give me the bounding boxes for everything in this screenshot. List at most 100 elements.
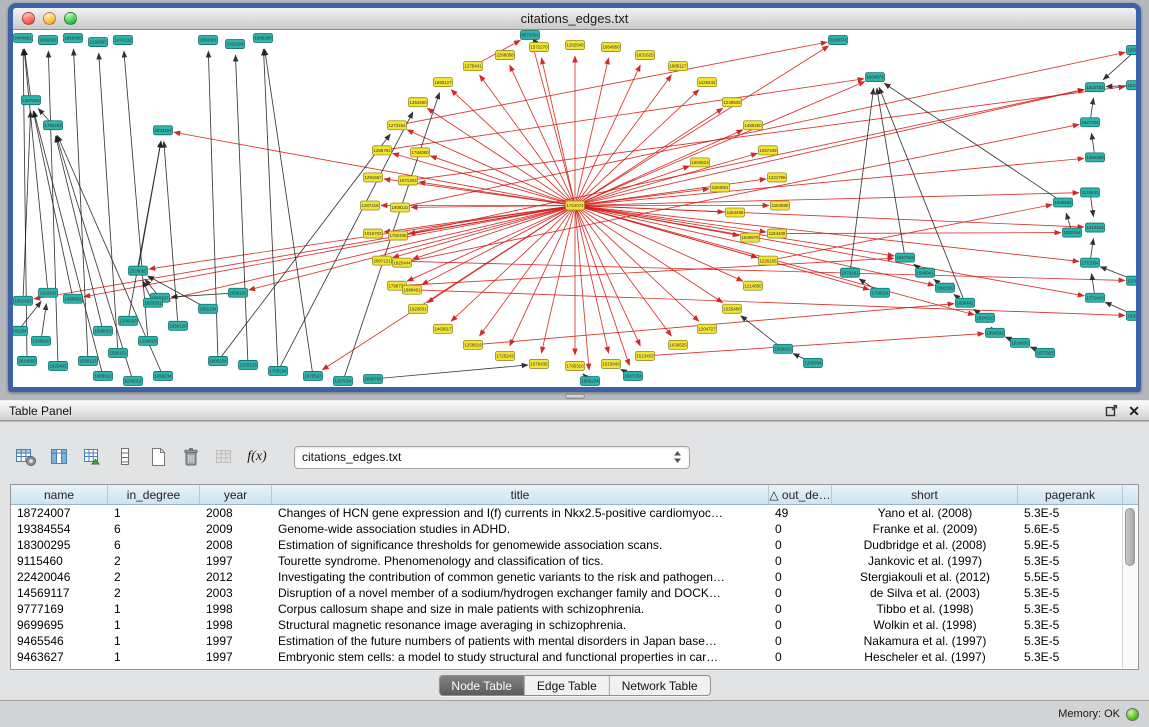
network-node[interactable]: 1256619: [464, 340, 483, 349]
table-row[interactable]: 1830029562008Estimation of significance …: [11, 537, 1138, 553]
network-node[interactable]: 1275441: [464, 62, 483, 71]
network-node[interactable]: 1705234: [269, 366, 288, 375]
table-cell[interactable]: Wolkin et al. (1998): [832, 617, 1018, 633]
tab-network-table[interactable]: Network Table: [609, 676, 710, 695]
close-panel-icon[interactable]: ✕: [1128, 404, 1140, 418]
network-node[interactable]: 2014950: [18, 356, 37, 365]
table-cell[interactable]: 6: [108, 521, 200, 537]
table-cell[interactable]: Estimation of the future numbers of pati…: [272, 633, 769, 649]
table-cell[interactable]: 1: [108, 505, 200, 521]
table-cell[interactable]: 0: [769, 569, 832, 585]
network-node[interactable]: 1454290: [1086, 153, 1105, 162]
table-cell[interactable]: 0: [769, 585, 832, 601]
function-builder-icon[interactable]: f(x): [245, 445, 269, 469]
delete-icon[interactable]: [179, 445, 203, 469]
table-cell[interactable]: Hescheler et al. (1997): [832, 649, 1018, 665]
network-node[interactable]: 1687234: [624, 371, 643, 380]
table-cell[interactable]: 2: [108, 553, 200, 569]
network-node[interactable]: 1291657: [364, 173, 383, 182]
table-cell[interactable]: Estimation of significance thresholds fo…: [272, 537, 769, 553]
network-node[interactable]: 1991509: [936, 283, 955, 292]
network-node[interactable]: 2067131: [373, 256, 392, 265]
network-node[interactable]: 8183074: [829, 36, 848, 45]
table-cell[interactable]: 2009: [200, 521, 272, 537]
network-node[interactable]: 1986127: [669, 62, 688, 71]
table-cell[interactable]: Changes of HCN gene expression and I(f) …: [272, 505, 769, 521]
table-source-combobox[interactable]: citations_edges.txt: [294, 446, 690, 469]
network-node[interactable]: 2301234: [199, 304, 218, 313]
network-node[interactable]: 1154469: [726, 208, 745, 217]
column-header-7[interactable]: pagerank: [1018, 485, 1123, 504]
network-node[interactable]: 1041234: [13, 326, 28, 335]
minimize-button[interactable]: [43, 12, 56, 25]
network-node[interactable]: 1234015: [139, 336, 158, 345]
network-node[interactable]: 1687023: [22, 96, 41, 105]
network-node[interactable]: 1513453: [636, 351, 655, 360]
close-button[interactable]: [22, 12, 35, 25]
network-node[interactable]: 1221798: [768, 173, 787, 182]
zoom-button[interactable]: [64, 12, 77, 25]
network-node[interactable]: 2528065: [129, 266, 148, 275]
network-node[interactable]: 1769324: [871, 288, 890, 297]
table-row[interactable]: 946554611997Estimation of the future num…: [11, 633, 1138, 649]
network-node[interactable]: 1623412: [1127, 81, 1137, 90]
network-node[interactable]: 1879181: [841, 268, 860, 277]
table-cell[interactable]: 9115460: [11, 553, 108, 569]
table-cell[interactable]: 9699695: [11, 617, 108, 633]
table-cell[interactable]: 1998: [200, 601, 272, 617]
network-node[interactable]: 2191624: [226, 40, 245, 49]
network-node[interactable]: 1724074: [566, 201, 585, 210]
network-node[interactable]: 1257034: [334, 376, 353, 385]
network-node[interactable]: 1623631: [409, 304, 428, 313]
network-node[interactable]: 1792435: [389, 231, 408, 240]
network-node[interactable]: 2033194: [154, 126, 173, 135]
network-node[interactable]: 1609234: [581, 376, 600, 385]
table-cell[interactable]: 5.3E-5: [1018, 649, 1123, 665]
network-node[interactable]: 1154980: [771, 201, 790, 210]
network-node[interactable]: 1295820: [32, 336, 51, 345]
network-node[interactable]: 1988461: [403, 285, 422, 294]
network-node[interactable]: 1615843: [602, 359, 621, 368]
network-node[interactable]: 1082164: [1063, 228, 1082, 237]
table-cell[interactable]: 0: [769, 601, 832, 617]
network-node[interactable]: 1664879: [866, 73, 885, 82]
network-node[interactable]: 1205934: [804, 358, 823, 367]
table-cell[interactable]: Genome-wide association studies in ADHD.: [272, 521, 769, 537]
table-cell[interactable]: 0: [769, 553, 832, 569]
table-cell[interactable]: Jankovic et al. (1997): [832, 553, 1018, 569]
table-cell[interactable]: 1997: [200, 633, 272, 649]
table-row[interactable]: 1456911722003Disruption of a novel membe…: [11, 585, 1138, 601]
network-node[interactable]: 1214850: [744, 281, 763, 290]
network-node[interactable]: 1210344: [1086, 223, 1105, 232]
table-cell[interactable]: 1997: [200, 553, 272, 569]
network-node[interactable]: 1273154: [388, 121, 407, 130]
table-cell[interactable]: 2012: [200, 569, 272, 585]
table-cell[interactable]: 0: [769, 633, 832, 649]
network-canvas[interactable]: 1724074115498012217981097349148549012485…: [13, 30, 1136, 387]
table-cell[interactable]: 5.3E-5: [1018, 601, 1123, 617]
network-node[interactable]: 1831625: [636, 51, 655, 60]
network-node[interactable]: 1851423: [14, 296, 33, 305]
network-node[interactable]: 1282540: [566, 41, 585, 50]
network-node[interactable]: 1285781: [373, 146, 392, 155]
table-cell[interactable]: 5.3E-5: [1018, 617, 1123, 633]
network-node[interactable]: 1671263: [399, 176, 418, 185]
tab-edge-table[interactable]: Edge Table: [524, 676, 609, 695]
table-cell[interactable]: 49: [769, 505, 832, 521]
network-node[interactable]: 1474132: [114, 36, 133, 45]
table-cell[interactable]: Stergiakouli et al. (2012): [832, 569, 1018, 585]
network-node[interactable]: 1572270: [530, 43, 549, 52]
table-cell[interactable]: 9463627: [11, 649, 108, 665]
network-node[interactable]: 1019703: [364, 229, 383, 238]
network-node[interactable]: 1725243: [496, 351, 515, 360]
network-node[interactable]: 1894502: [986, 328, 1005, 337]
network-node[interactable]: 2268058: [496, 51, 515, 60]
network-node[interactable]: 1771034: [1081, 258, 1100, 267]
table-cell[interactable]: Tibbo et al. (1998): [832, 601, 1018, 617]
network-node[interactable]: 1670523: [304, 371, 323, 380]
table-cell[interactable]: 2: [108, 585, 200, 601]
network-node[interactable]: 2059102: [229, 288, 248, 297]
network-node[interactable]: 1097349: [759, 146, 778, 155]
column-header-4[interactable]: title: [272, 485, 769, 504]
tab-node-table[interactable]: Node Table: [439, 676, 524, 695]
